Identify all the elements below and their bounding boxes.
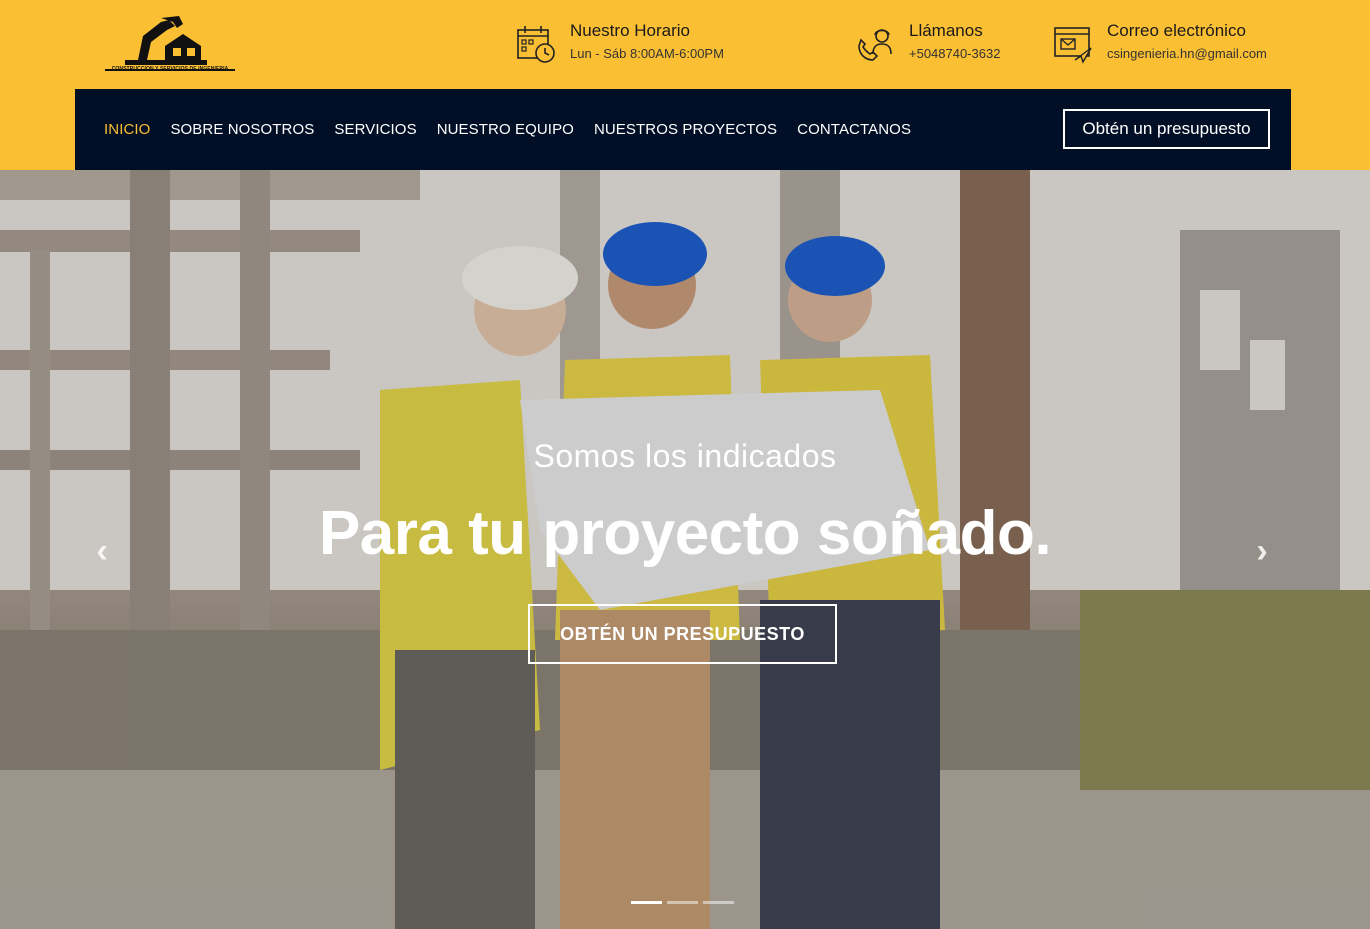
nav-item-inicio[interactable]: INICIO xyxy=(104,121,150,138)
hero-slider: ‹ › Somos los indicados Para tu proyecto… xyxy=(0,170,1370,929)
slide-indicator-3[interactable] xyxy=(703,901,734,904)
calendar-clock-icon xyxy=(517,26,555,63)
nav-item-sobre-nosotros[interactable]: SOBRE NOSOTROS xyxy=(170,121,314,138)
slide-indicator-1[interactable] xyxy=(631,901,662,904)
phone-number[interactable]: +5048740-3632 xyxy=(909,45,1000,63)
hero-title: Para tu proyecto soñado. xyxy=(318,499,1052,568)
slide-indicator-2[interactable] xyxy=(667,901,698,904)
schedule-title: Nuestro Horario xyxy=(570,21,690,40)
email-icon xyxy=(1054,27,1092,64)
schedule-hours: Lun - Sáb 8:00AM-6:00PM xyxy=(570,46,724,61)
nav-item-servicios[interactable]: SERVICIOS xyxy=(334,121,416,138)
email-address[interactable]: csingenieria.hn@gmail.com xyxy=(1107,45,1267,63)
nav-item-nuestro-equipo[interactable]: NUESTRO EQUIPO xyxy=(437,121,574,138)
schedule-info: Nuestro Horario Lun - Sáb 8:00AM-6:00PM xyxy=(516,20,724,70)
nav-menu: INICIO SOBRE NOSOTROS SERVICIOS NUESTRO … xyxy=(104,89,931,170)
main-nav: INICIO SOBRE NOSOTROS SERVICIOS NUESTRO … xyxy=(75,89,1291,170)
nav-item-contactanos[interactable]: CONTACTANOS xyxy=(797,121,911,138)
hero-subtitle: Somos los indicados xyxy=(533,438,837,474)
company-logo[interactable]: CONSTRUCCION Y SERVICIOS DE INGENIERIA xyxy=(103,12,237,76)
email-title: Correo electrónico xyxy=(1107,21,1246,40)
phone-title: Llámanos xyxy=(909,21,983,40)
get-quote-button[interactable]: Obtén un presupuesto xyxy=(1063,109,1270,149)
slider-indicators xyxy=(631,901,739,904)
top-bar: CONSTRUCCION Y SERVICIOS DE INGENIERIA N… xyxy=(0,0,1370,90)
excavator-logo-icon xyxy=(105,16,235,71)
hero-quote-button[interactable]: OBTÉN UN PRESUPUESTO xyxy=(528,604,837,664)
phone-info: Llámanos +5048740-3632 xyxy=(855,20,1000,70)
nav-item-nuestros-proyectos[interactable]: NUESTROS PROYECTOS xyxy=(594,121,777,138)
phone-support-icon xyxy=(858,29,892,61)
logo-tagline: CONSTRUCCION Y SERVICIOS DE INGENIERIA xyxy=(111,66,229,72)
email-info: Correo electrónico csingenieria.hn@gmail… xyxy=(1053,20,1267,70)
